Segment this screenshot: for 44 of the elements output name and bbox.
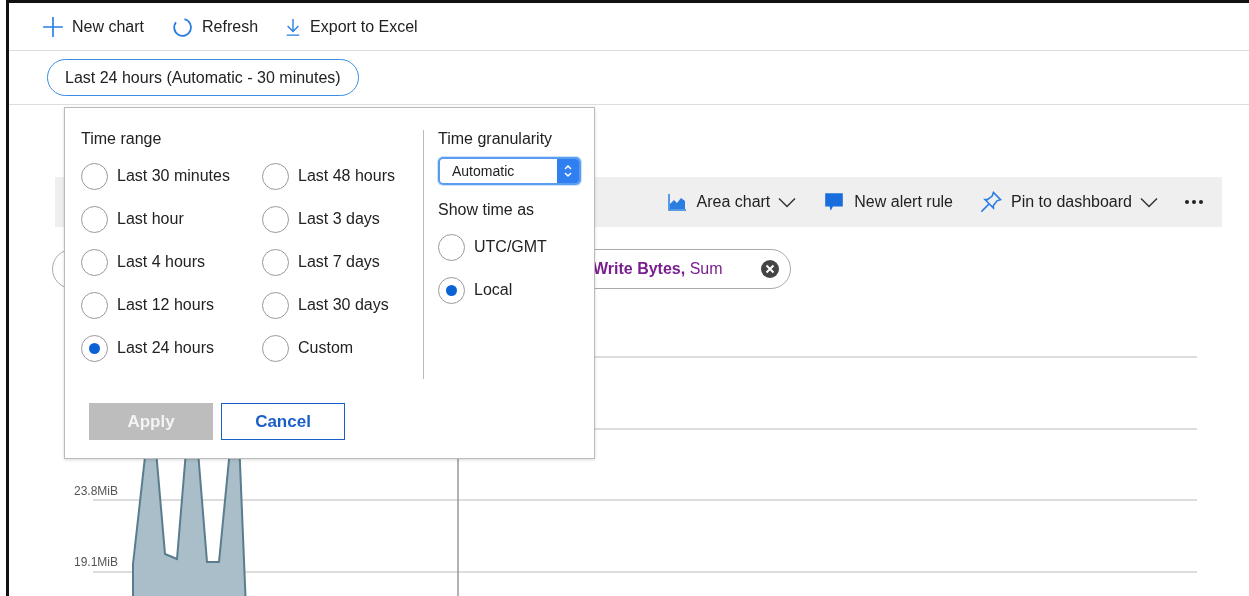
radio-button[interactable] bbox=[438, 276, 465, 304]
axis-label: 19.1MiB bbox=[74, 555, 119, 569]
chart-toolbar-button[interactable]: Pin to dashboard bbox=[979, 190, 1158, 214]
radio-option[interactable]: Last 30 minutes bbox=[81, 161, 262, 191]
granularity-select[interactable]: Automatic bbox=[438, 157, 581, 185]
radio-button[interactable] bbox=[81, 248, 108, 276]
radio-button[interactable] bbox=[81, 334, 108, 362]
radio-option[interactable]: Custom bbox=[262, 333, 422, 363]
radio-option[interactable]: Last 12 hours bbox=[81, 290, 262, 320]
metric-label: Write Bytes, Sum bbox=[593, 260, 723, 278]
radio-button[interactable] bbox=[262, 248, 289, 276]
radio-button[interactable] bbox=[81, 205, 108, 233]
radio-option[interactable]: Last 3 days bbox=[262, 204, 422, 234]
radio-button[interactable] bbox=[81, 291, 108, 319]
radio-option[interactable]: UTC/GMT bbox=[438, 232, 578, 262]
radio-option[interactable]: Local bbox=[438, 275, 578, 305]
stepper-icon bbox=[557, 159, 579, 183]
section-title: Time granularity bbox=[438, 130, 554, 148]
radio-option[interactable]: Last 48 hours bbox=[262, 161, 422, 191]
radio-option[interactable]: Last 7 days bbox=[262, 247, 422, 277]
radio-button[interactable] bbox=[262, 162, 289, 190]
section-title: Time range bbox=[81, 130, 163, 148]
radio-button[interactable] bbox=[262, 291, 289, 319]
plus-icon bbox=[42, 15, 64, 38]
cancel-button[interactable]: Cancel bbox=[221, 403, 345, 440]
toolbar-button[interactable]: Refresh bbox=[170, 14, 259, 39]
radio-button[interactable] bbox=[262, 334, 289, 362]
chart-toolbar-button[interactable]: Area chart bbox=[664, 192, 797, 212]
radio-option[interactable]: Last 4 hours bbox=[81, 247, 262, 277]
radio-option[interactable]: Last 24 hours bbox=[81, 333, 262, 363]
axis-label: 23.8MiB bbox=[74, 484, 119, 498]
more-icon bbox=[1184, 199, 1204, 205]
pin-icon bbox=[979, 190, 1003, 214]
radio-option[interactable]: Last hour bbox=[81, 204, 262, 234]
toolbar-button[interactable]: Export to Excel bbox=[284, 15, 418, 38]
radio-option[interactable]: Last 30 days bbox=[262, 290, 422, 320]
radio-button[interactable] bbox=[262, 205, 289, 233]
close-icon bbox=[760, 259, 780, 279]
radio-button[interactable] bbox=[438, 233, 465, 261]
time-range-button[interactable]: Last 24 hours (Automatic - 30 minutes) bbox=[47, 59, 359, 96]
section-title: Show time as bbox=[438, 201, 536, 219]
toolbar-button[interactable]: New chart bbox=[42, 15, 145, 38]
radio-button[interactable] bbox=[81, 162, 108, 190]
chart-toolbar-button[interactable]: New alert rule bbox=[822, 191, 953, 213]
